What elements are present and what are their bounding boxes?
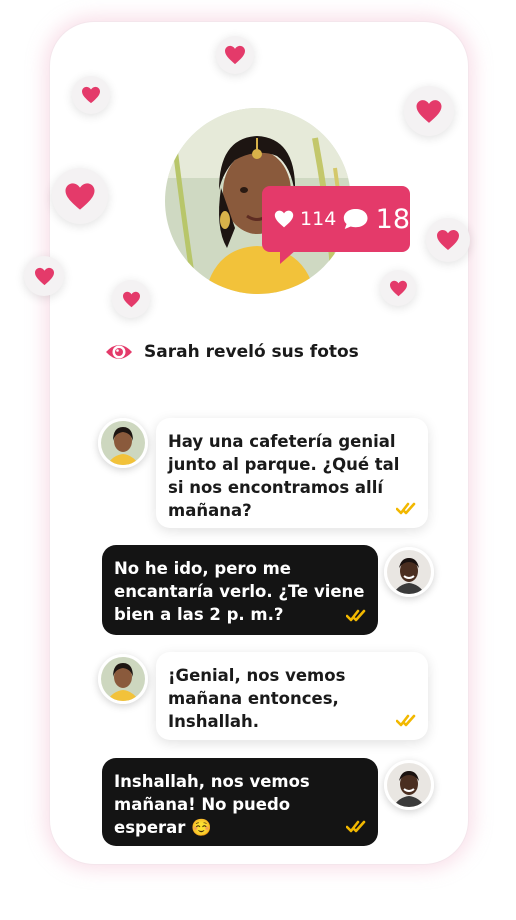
message-text: Inshallah, nos vemos mañana! No puedo es… bbox=[114, 772, 310, 837]
message-bubble-outgoing[interactable]: Inshallah, nos vemos mañana! No puedo es… bbox=[102, 758, 378, 846]
stats-badge: 114 18 bbox=[262, 186, 410, 264]
message-text: Hay una cafetería genial junto al parque… bbox=[168, 432, 400, 520]
avatar-sarah[interactable] bbox=[98, 654, 148, 704]
message-text: ¡Genial, nos vemos mañana entonces, Insh… bbox=[168, 666, 346, 731]
avatar-sarah[interactable] bbox=[98, 418, 148, 468]
reveal-text: Sarah reveló sus fotos bbox=[144, 342, 359, 362]
double-check-icon bbox=[396, 714, 416, 727]
badge-tail bbox=[280, 250, 296, 264]
double-check-icon bbox=[346, 609, 366, 622]
message-bubble-outgoing[interactable]: No he ido, pero me encantaría verlo. ¿Te… bbox=[102, 545, 378, 635]
floating-heart-icon bbox=[52, 168, 108, 224]
message-bubble-incoming[interactable]: Hay una cafetería genial junto al parque… bbox=[156, 418, 428, 528]
reveal-notice: Sarah reveló sus fotos bbox=[104, 340, 359, 364]
double-check-icon bbox=[346, 820, 366, 833]
avatar-match[interactable] bbox=[384, 547, 434, 597]
heart-icon bbox=[274, 210, 294, 228]
comment-icon bbox=[344, 208, 368, 230]
floating-heart-icon bbox=[426, 218, 470, 262]
floating-heart-icon bbox=[72, 76, 110, 114]
message-text: No he ido, pero me encantaría verlo. ¿Te… bbox=[114, 559, 365, 624]
floating-heart-icon bbox=[404, 86, 454, 136]
floating-heart-icon bbox=[216, 36, 254, 74]
double-check-icon bbox=[396, 502, 416, 515]
avatar-match[interactable] bbox=[384, 760, 434, 810]
message-bubble-incoming[interactable]: ¡Genial, nos vemos mañana entonces, Insh… bbox=[156, 652, 428, 740]
comments-count: 18 bbox=[375, 203, 410, 235]
likes-count: 114 bbox=[300, 208, 337, 230]
eye-icon bbox=[106, 345, 132, 359]
floating-heart-icon bbox=[380, 270, 416, 306]
floating-heart-icon bbox=[24, 256, 64, 296]
floating-heart-icon bbox=[112, 280, 150, 318]
